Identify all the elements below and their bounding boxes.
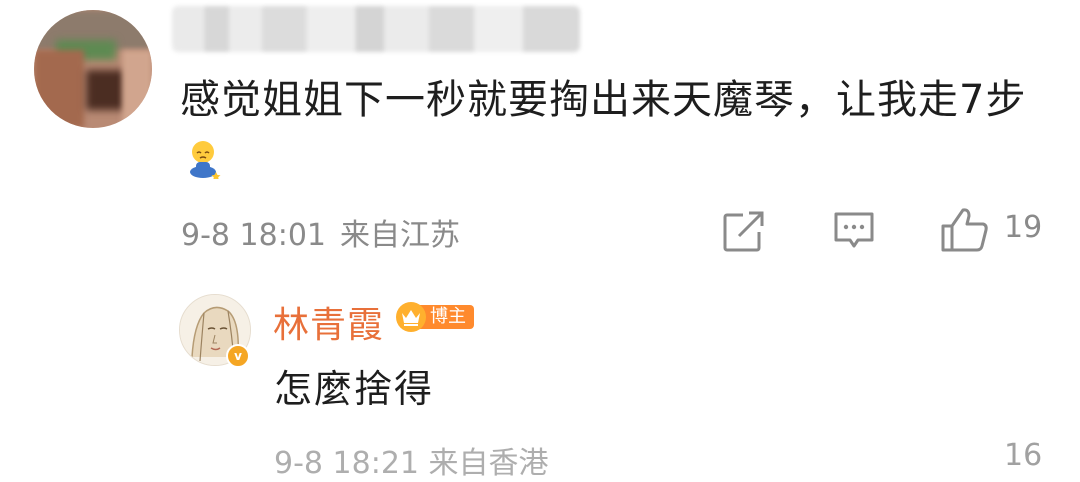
like-icon[interactable]: [939, 206, 989, 254]
author-badge-label: 博主: [420, 305, 474, 329]
comment-icon[interactable]: [832, 210, 876, 252]
comment-date: 9-8 18:01: [181, 218, 326, 253]
reply-like-count-partial: 16: [1004, 438, 1043, 473]
comment-text: 感觉姐姐下一秒就要掏出来天魔琴，让我走7步: [180, 72, 1050, 184]
comment-body: 感觉姐姐下一秒就要掏出来天魔琴，让我走7步: [180, 77, 1027, 123]
commenter-avatar[interactable]: [34, 10, 152, 128]
comment-meta: 9-8 18:01 来自江苏: [181, 210, 460, 254]
author-badge: 博主: [396, 302, 474, 332]
crown-icon: [396, 302, 426, 332]
comment-location: 来自江苏: [340, 218, 460, 253]
reply-text: 怎麼捨得: [274, 367, 435, 411]
commenter-name-blurred[interactable]: [172, 6, 580, 52]
reply-meta-partial: 9-8 18:21 来自香港: [274, 446, 549, 481]
comment-like-count: 19: [1004, 210, 1043, 245]
verified-badge-icon: v: [226, 344, 250, 368]
sitting-sad-face-emoji-icon: [186, 138, 222, 181]
reply-author-name[interactable]: 林青霞: [273, 296, 384, 348]
repost-icon[interactable]: [721, 210, 765, 254]
